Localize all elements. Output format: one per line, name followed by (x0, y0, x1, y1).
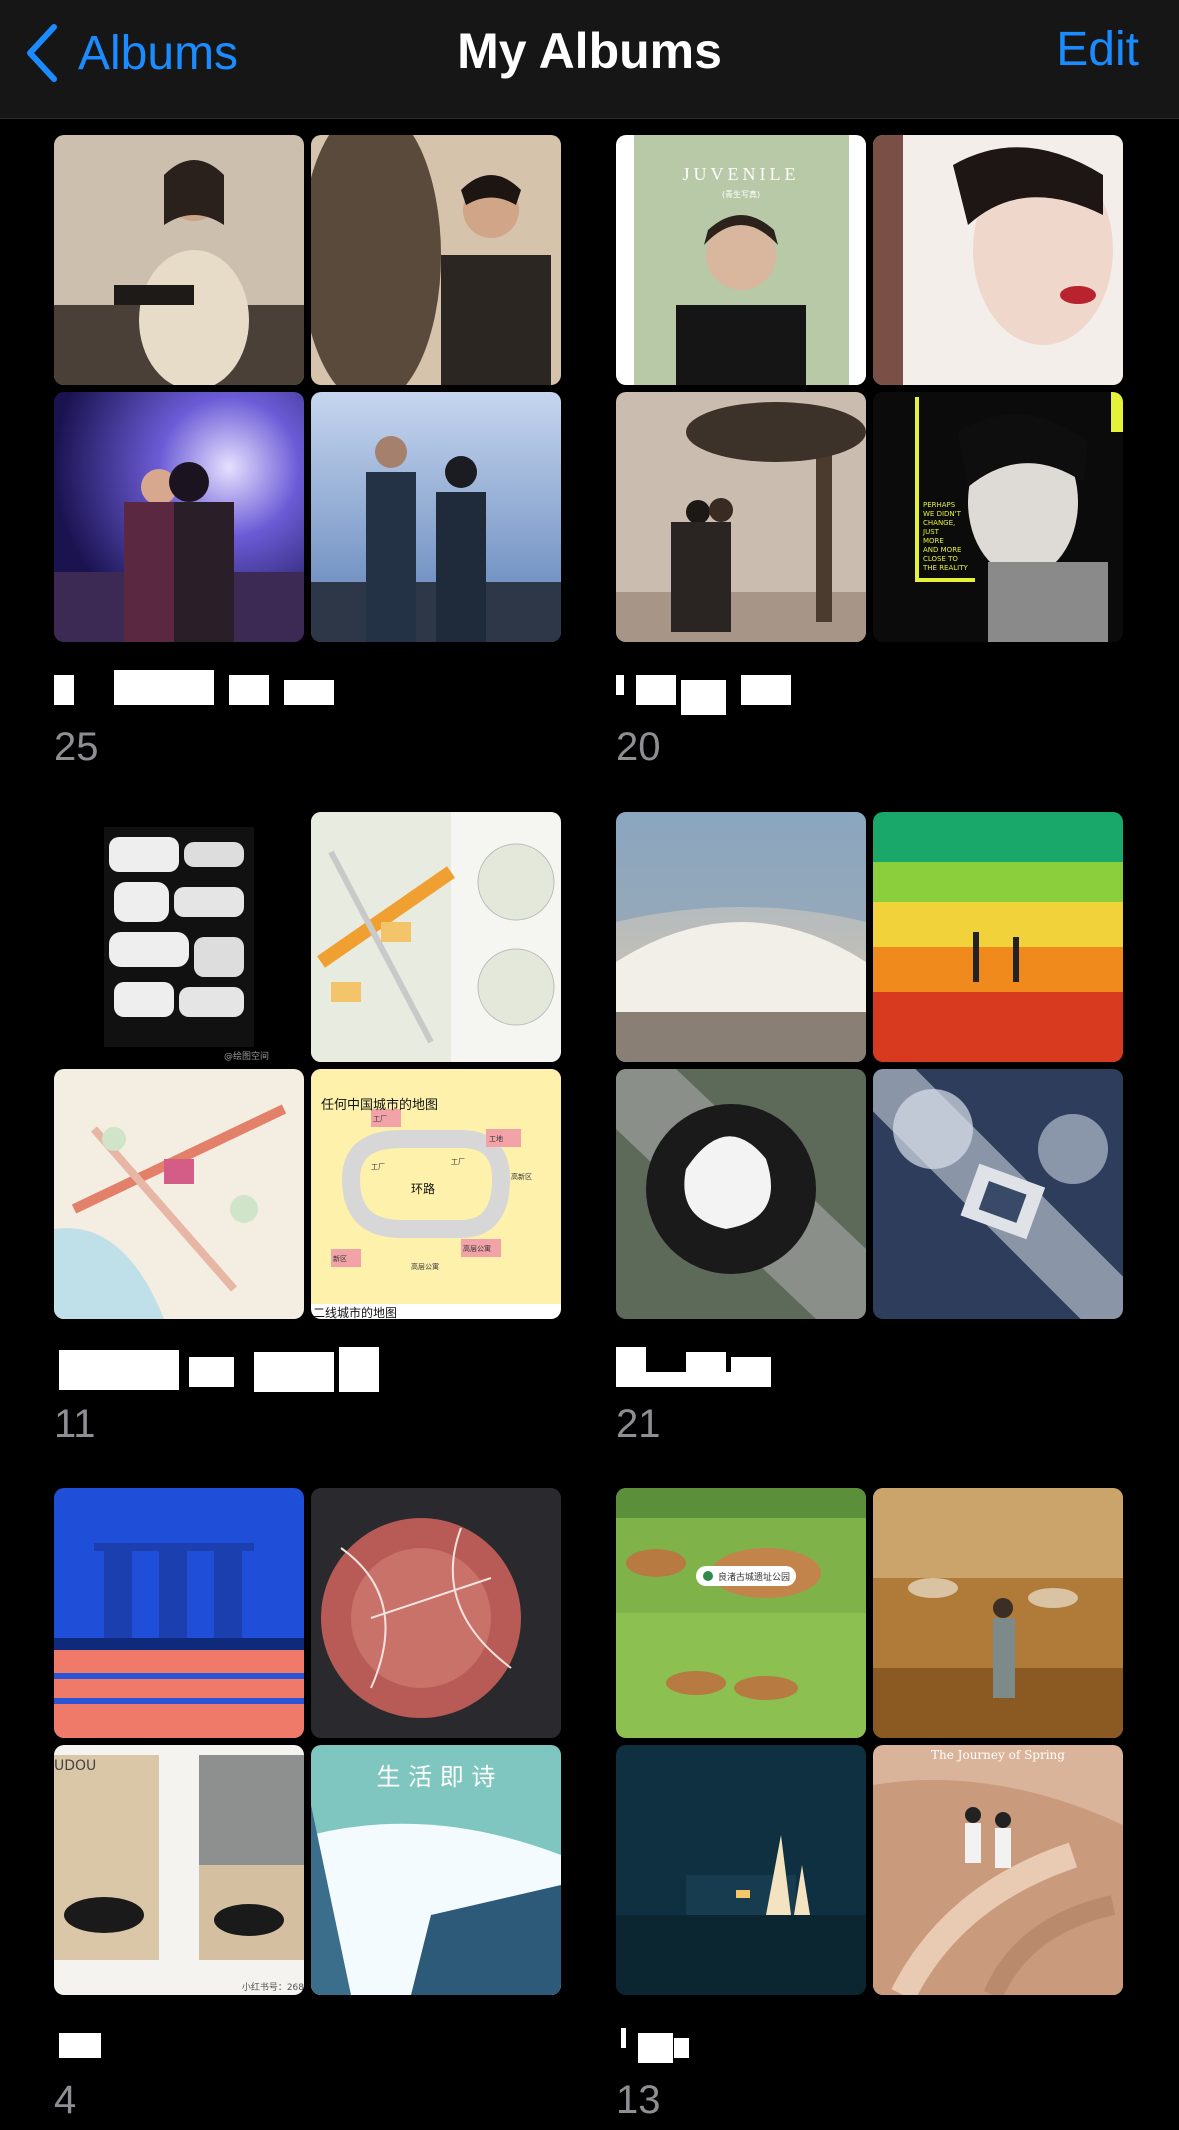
photo-thumbnail: UDOU 小红书号：268 (54, 1745, 304, 1995)
photo-thumbnail: JUVENILE (青生写真) (616, 135, 866, 385)
photo-caption: JUST (922, 528, 940, 536)
photo-thumbnail (311, 135, 561, 385)
photo-caption: THE REALITY (922, 564, 969, 572)
album-photo-count: 25 (54, 725, 99, 769)
photo-thumbnail: PERHAPS WE DIDN'T CHANGE, JUST MORE AND MORE C… (873, 392, 1123, 642)
album-photo-count: 4 (54, 2078, 77, 2122)
photo-thumbnail (873, 1488, 1123, 1738)
album-cover-mosaic (54, 135, 564, 645)
photo-thumbnail (311, 812, 561, 1062)
photo-thumbnail (873, 1069, 1123, 1319)
photo-thumbnail: 任何中国城市的地图环路二线城市的地图 工厂高层公寓 工地新区 高新区 工厂高层公寓 工厂 (311, 1069, 561, 1319)
album-photo-count: 11 (54, 1402, 96, 1446)
album-photo-count: 20 (616, 725, 661, 769)
photo-caption: 新区 (333, 1254, 347, 1263)
album-card[interactable]: 良渚古城遗址公园 The Journey of Spring 13 (616, 1488, 1126, 2122)
photo-thumbnail (311, 392, 561, 642)
photo-thumbnail (616, 1745, 866, 1995)
edit-button[interactable]: Edit (1056, 22, 1139, 77)
photo-caption: The Journey of Spring (931, 1748, 1065, 1762)
photo-thumbnail (54, 1069, 304, 1319)
photo-watermark: @绘图空间 (224, 1050, 269, 1062)
photo-caption: MORE (923, 537, 944, 545)
photo-thumbnail: 良渚古城遗址公园 (616, 1488, 866, 1738)
photo-caption: 任何中国城市的地图 (321, 1097, 438, 1113)
album-card[interactable]: 25 (54, 135, 564, 769)
page-title: My Albums (457, 23, 722, 79)
album-name-redacted (616, 2018, 946, 2068)
album-name-redacted (616, 1342, 946, 1392)
photo-thumbnail: 生 活 即 诗 (311, 1745, 561, 1995)
location-tag: 良渚古城遗址公园 (718, 1571, 790, 1583)
photo-caption: (青生写真) (722, 189, 760, 199)
album-name-redacted (54, 665, 384, 715)
photo-thumbnail (873, 812, 1123, 1062)
photo-caption: CLOSE TO (923, 555, 958, 563)
photo-caption: AND MORE (923, 546, 961, 554)
photo-caption: PERHAPS (923, 501, 956, 509)
photo-caption: UDOU (54, 1758, 96, 1774)
photo-caption: WE DIDN'T (923, 510, 962, 518)
photo-thumbnail (873, 135, 1123, 385)
album-card[interactable]: UDOU 小红书号：268 生 活 即 诗 4 (54, 1488, 564, 2122)
album-cover-mosaic: 良渚古城遗址公园 The Journey of Spring (616, 1488, 1126, 1998)
photo-caption: 二线城市的地图 (313, 1305, 397, 1319)
album-card[interactable]: @绘图空间 任何中国城市的地图环路二线城市的地图 工厂高层公寓 工地新区 高新区 工厂高… (54, 812, 564, 1446)
navigation-bar: Albums My Albums Edit (0, 0, 1179, 119)
album-cover-mosaic: UDOU 小红书号：268 生 活 即 诗 (54, 1488, 564, 1998)
photo-thumbnail (616, 392, 866, 642)
album-cover-mosaic (616, 812, 1126, 1322)
photo-caption: 高层公寓 (411, 1262, 439, 1271)
photo-caption: 环路 (411, 1181, 435, 1196)
photo-caption: 工厂 (373, 1115, 387, 1123)
photo-thumbnail (311, 1488, 561, 1738)
photo-caption: 工厂 (371, 1163, 385, 1171)
photo-thumbnail (616, 812, 866, 1062)
photo-watermark: 小红书号：268 (242, 1981, 304, 1993)
album-cover-mosaic: @绘图空间 任何中国城市的地图环路二线城市的地图 工厂高层公寓 工地新区 高新区 工厂高… (54, 812, 564, 1322)
album-photo-count: 13 (616, 2078, 661, 2122)
photo-thumbnail: @绘图空间 (54, 812, 304, 1062)
photo-caption: 工地 (489, 1134, 503, 1143)
album-photo-count: 21 (616, 1402, 661, 1446)
photo-caption: CHANGE, (923, 519, 955, 527)
photo-caption: JUVENILE (683, 164, 800, 184)
album-name-redacted (54, 1342, 384, 1392)
album-name-redacted (54, 2018, 384, 2068)
album-name-redacted (616, 665, 946, 715)
photo-thumbnail (616, 1069, 866, 1319)
photo-caption: 高新区 (511, 1172, 532, 1181)
album-card[interactable]: JUVENILE (青生写真) PERHAPS WE DIDN'T CHANGE, JU… (616, 135, 1126, 769)
photo-caption: 高层公寓 (463, 1244, 491, 1253)
photo-thumbnail (54, 135, 304, 385)
album-card[interactable]: 21 (616, 812, 1126, 1446)
photo-thumbnail: The Journey of Spring (873, 1745, 1123, 1995)
photo-caption: 工厂 (451, 1158, 465, 1166)
photo-thumbnail (54, 1488, 304, 1738)
album-cover-mosaic: JUVENILE (青生写真) PERHAPS WE DIDN'T CHANGE, JU… (616, 135, 1126, 645)
photo-thumbnail (54, 392, 304, 642)
photo-caption: 生 活 即 诗 (377, 1763, 496, 1791)
